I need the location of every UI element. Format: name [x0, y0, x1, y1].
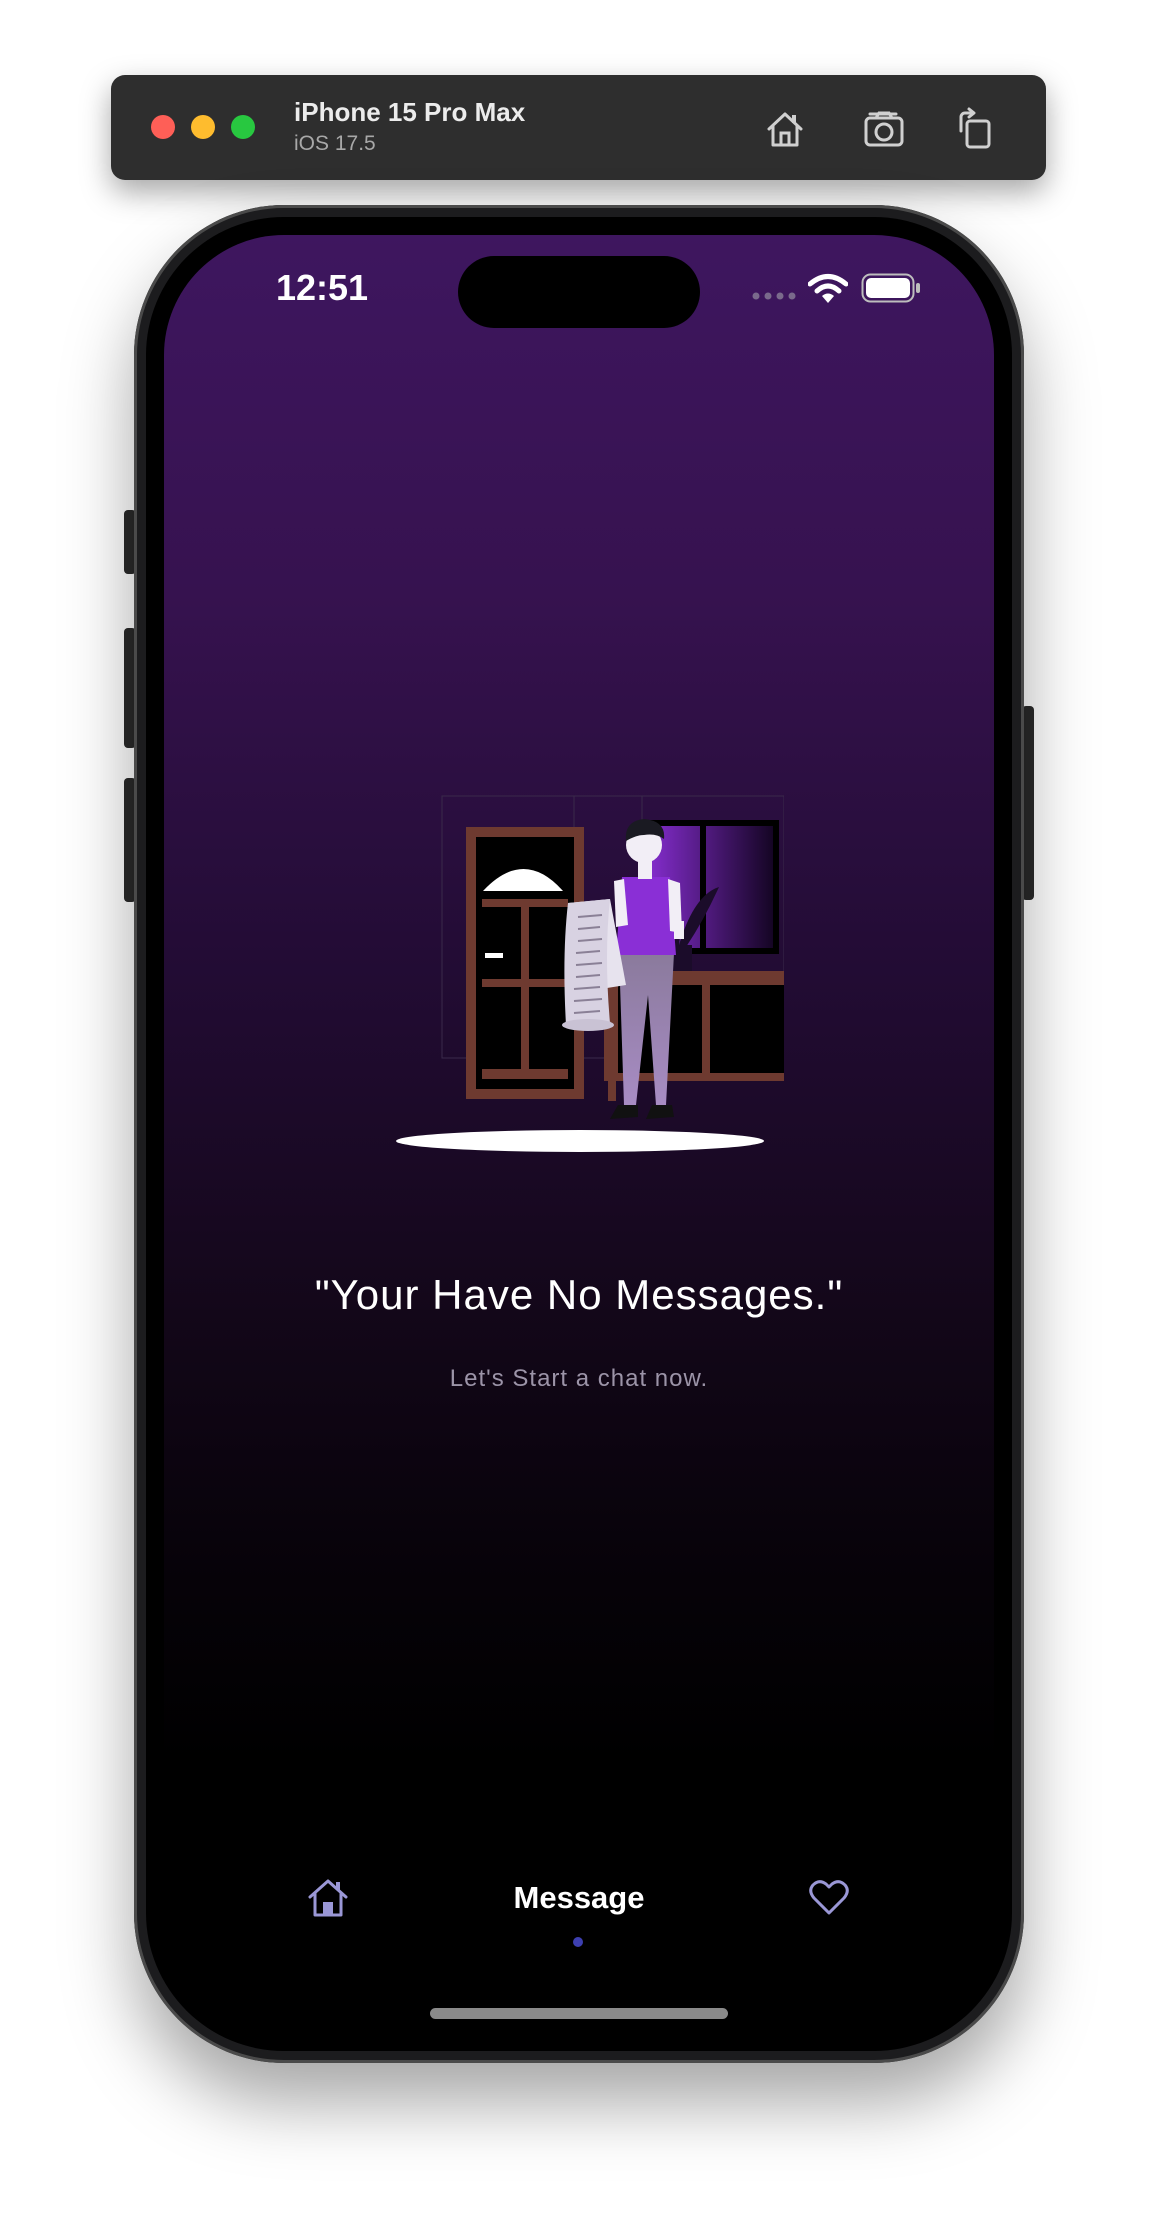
empty-messages-illustration: [396, 795, 784, 1152]
home-icon[interactable]: [761, 105, 809, 153]
empty-state-subtitle: Let's Start a chat now.: [449, 1365, 709, 1392]
os-version: iOS 17.5: [294, 132, 376, 155]
close-window-button[interactable]: [151, 115, 175, 139]
battery-icon: [861, 273, 920, 303]
tab-message[interactable]: Message: [164, 1880, 994, 1916]
wifi-icon: [808, 274, 848, 303]
active-tab-indicator: [573, 1937, 583, 1947]
home-indicator[interactable]: [430, 2008, 728, 2019]
dynamic-island: [458, 256, 700, 328]
simulator-toolbar: iPhone 15 Pro Max iOS 17.5: [111, 75, 1046, 180]
app-screen: 12:51 "Your Have No Messages." Let's Sta…: [164, 235, 994, 2033]
empty-state-title: "Your Have No Messages.": [314, 1271, 844, 1318]
status-time: 12:51: [276, 267, 369, 308]
heart-icon[interactable]: [808, 1877, 850, 1917]
signal-dots-icon: [752, 292, 796, 300]
zoom-window-button[interactable]: [231, 115, 255, 139]
rotate-icon[interactable]: [951, 105, 999, 153]
minimize-window-button[interactable]: [191, 115, 215, 139]
screenshot-icon[interactable]: [861, 105, 909, 153]
device-name: iPhone 15 Pro Max: [294, 97, 526, 127]
